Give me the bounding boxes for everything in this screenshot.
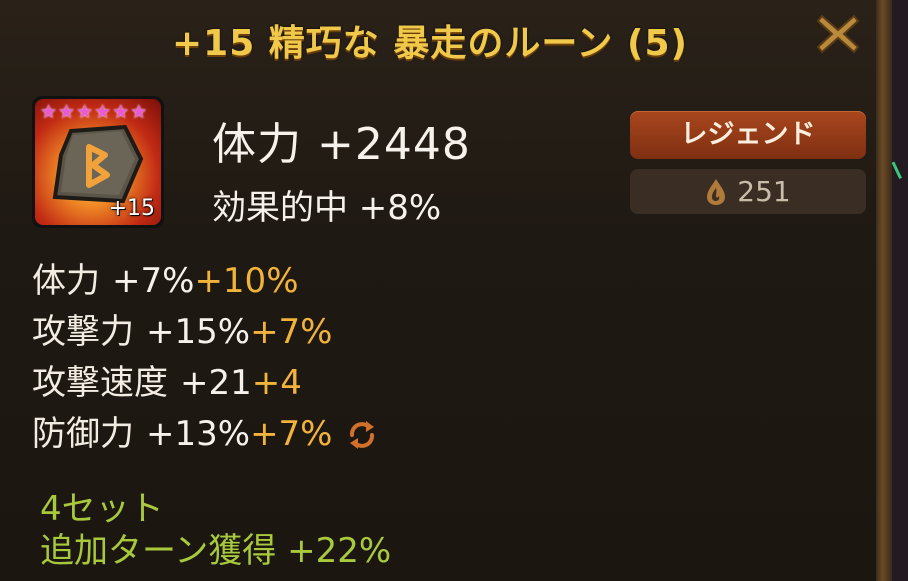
star-icon: ★ <box>112 101 130 123</box>
substat-list: 体力 +7% +10% 攻撃力 +15% +7% 攻撃速度 +21 +4 防御力… <box>32 256 379 460</box>
star-icon: ★ <box>94 101 112 123</box>
mana-crystal-icon <box>707 178 726 205</box>
rune-stars: ★ ★ ★ ★ ★ ★ <box>40 102 147 122</box>
rune-icon-frame: ★ ★ ★ ★ ★ ★ +15 <box>32 96 164 228</box>
substat-row: 体力 +7% +10% <box>32 256 379 307</box>
substat-row: 防御力 +13% +7% <box>32 409 379 460</box>
set-effect: 追加ターン獲得 +22% <box>40 531 392 571</box>
innate-stat: 効果的中 +8% <box>212 188 442 228</box>
set-count: 4セット <box>40 489 164 529</box>
close-button[interactable] <box>812 8 864 60</box>
rune-level: +15 <box>108 196 155 221</box>
sell-value-text: 251 <box>737 175 791 208</box>
substat-value: +21 <box>180 363 252 403</box>
substat-bonus: +7% <box>250 414 333 454</box>
substat-label: 攻撃速度 <box>32 363 168 403</box>
rune-icon: ★ ★ ★ ★ ★ ★ +15 <box>35 99 161 225</box>
star-icon: ★ <box>76 101 94 123</box>
substat-value: +15% <box>146 312 251 352</box>
substat-bonus: +10% <box>194 261 299 301</box>
panel-border <box>876 0 892 581</box>
star-icon: ★ <box>130 101 148 123</box>
star-icon: ★ <box>58 101 76 123</box>
substat-value: +13% <box>146 414 251 454</box>
substat-bonus: +4 <box>251 363 302 403</box>
substat-value: +7% <box>112 261 195 301</box>
substat-label: 防御力 <box>32 414 134 454</box>
substat-label: 体力 <box>32 261 100 301</box>
substat-row: 攻撃力 +15% +7% <box>32 307 379 358</box>
star-icon: ★ <box>40 101 58 123</box>
grade-badge: レジェンド <box>630 111 866 159</box>
substat-label: 攻撃力 <box>32 312 134 352</box>
close-x-icon <box>816 14 860 54</box>
main-stat: 体力 +2448 <box>212 119 471 170</box>
substat-row: 攻撃速度 +21 +4 <box>32 358 379 409</box>
set-info: 4セット 追加ターン獲得 +22% <box>40 488 391 572</box>
rune-stone-icon <box>52 125 144 204</box>
background-outside <box>892 0 908 581</box>
substat-bonus: +7% <box>250 312 333 352</box>
rune-title: +15 精巧な 暴走のルーン (5) <box>171 23 689 64</box>
sell-value: 251 <box>630 169 866 214</box>
reroll-icon <box>349 420 374 449</box>
